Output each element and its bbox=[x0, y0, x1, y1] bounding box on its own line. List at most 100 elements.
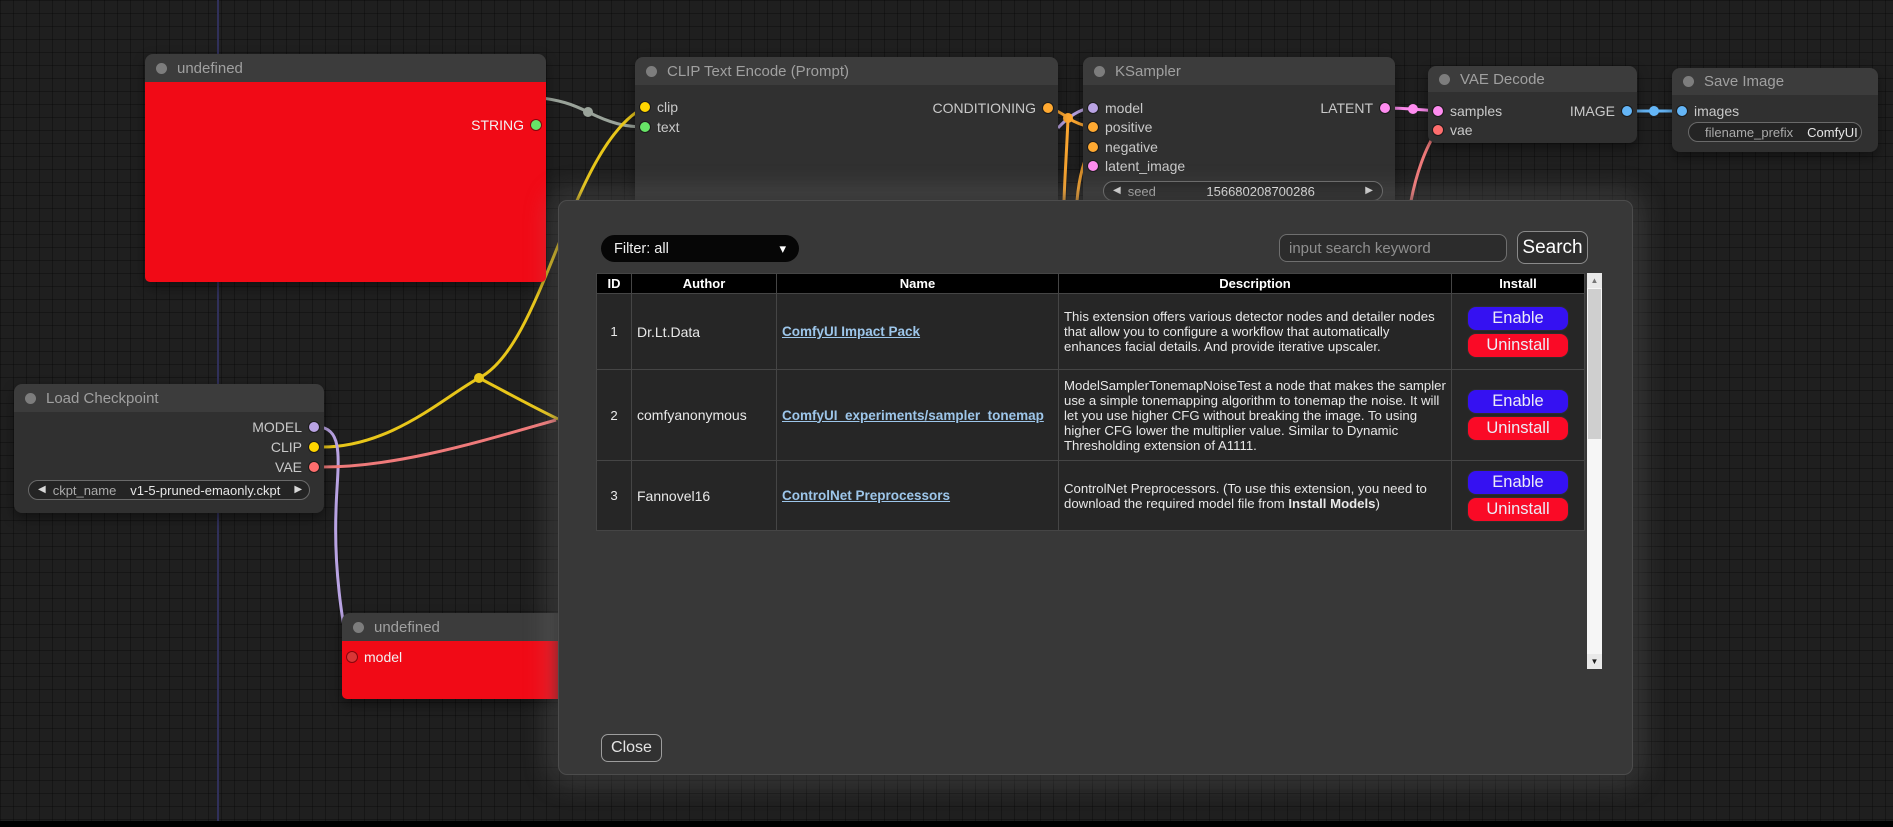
clip-port-dot[interactable] bbox=[309, 442, 319, 452]
input-clip-port[interactable]: clip bbox=[640, 98, 678, 116]
input-latent-image-port[interactable]: latent_image bbox=[1088, 157, 1185, 175]
conditioning-port-dot[interactable] bbox=[1043, 103, 1053, 113]
latent-port-dot[interactable] bbox=[1380, 103, 1390, 113]
reroute-dot-clip[interactable] bbox=[474, 373, 484, 383]
node-body: images filename_prefix ComfyUI bbox=[1672, 95, 1878, 152]
node-title: KSampler bbox=[1115, 63, 1181, 80]
widget-value[interactable]: ComfyUI bbox=[1807, 125, 1858, 140]
node-title-bar[interactable]: Load Checkpoint bbox=[14, 384, 324, 412]
close-button[interactable]: Close bbox=[601, 734, 662, 762]
output-clip-port[interactable]: CLIP bbox=[271, 438, 319, 456]
node-title-bar[interactable]: Save Image bbox=[1672, 68, 1878, 95]
decrement-arrow-icon[interactable]: ◀ bbox=[1113, 186, 1121, 196]
enable-button[interactable]: Enable bbox=[1467, 470, 1569, 495]
next-arrow-icon[interactable]: ▶ bbox=[294, 485, 302, 495]
node-title-bar[interactable]: undefined bbox=[145, 54, 546, 82]
clip-port-dot[interactable] bbox=[640, 102, 650, 112]
search-button[interactable]: Search bbox=[1517, 231, 1588, 264]
uninstall-button[interactable]: Uninstall bbox=[1467, 333, 1569, 358]
widget-value[interactable]: 156680208700286 bbox=[1206, 184, 1314, 199]
filename-prefix-widget[interactable]: filename_prefix ComfyUI bbox=[1688, 122, 1862, 142]
filter-select[interactable]: Filter: all ▾ bbox=[601, 235, 799, 262]
input-images-port[interactable]: images bbox=[1677, 102, 1739, 120]
input-vae-port[interactable]: vae bbox=[1433, 121, 1473, 139]
output-label: LATENT bbox=[1320, 100, 1373, 116]
node-title-bar[interactable]: undefined bbox=[342, 613, 564, 641]
collapse-dot-icon[interactable] bbox=[353, 622, 364, 633]
header-description: Description bbox=[1059, 274, 1452, 294]
extension-link[interactable]: ControlNet Preprocessors bbox=[782, 488, 950, 503]
reroute-dot-image[interactable] bbox=[1649, 106, 1659, 116]
collapse-dot-icon[interactable] bbox=[1683, 76, 1694, 87]
node-title-bar[interactable]: VAE Decode bbox=[1428, 66, 1637, 92]
string-port-dot[interactable] bbox=[531, 120, 541, 130]
vae-port-dot[interactable] bbox=[1433, 125, 1443, 135]
input-model-port[interactable]: model bbox=[347, 648, 402, 666]
model-port-dot[interactable] bbox=[309, 422, 319, 432]
output-conditioning-port[interactable]: CONDITIONING bbox=[933, 99, 1053, 117]
collapse-dot-icon[interactable] bbox=[156, 63, 167, 74]
input-negative-port[interactable]: negative bbox=[1088, 138, 1158, 156]
filter-selected-value: Filter: all bbox=[614, 241, 669, 257]
node-vae-decode[interactable]: VAE Decode samples vae IMAGE bbox=[1428, 66, 1637, 143]
input-text-port[interactable]: text bbox=[640, 118, 680, 136]
reroute-dot-string[interactable] bbox=[583, 107, 593, 117]
scroll-up-icon[interactable]: ▲ bbox=[1587, 273, 1602, 288]
node-load-checkpoint[interactable]: Load Checkpoint MODEL CLIP VAE ◀ ckpt_na… bbox=[14, 384, 324, 513]
input-label: clip bbox=[657, 99, 678, 115]
output-string-port[interactable]: STRING bbox=[471, 116, 541, 134]
node-undefined-top[interactable]: undefined STRING bbox=[145, 54, 546, 282]
output-label: MODEL bbox=[252, 419, 302, 435]
reroute-dot-conditioning[interactable] bbox=[1063, 113, 1073, 123]
node-undefined-bottom[interactable]: undefined model bbox=[342, 613, 564, 699]
node-body: MODEL CLIP VAE ◀ ckpt_name v1-5-pruned-e… bbox=[14, 412, 324, 513]
output-latent-port[interactable]: LATENT bbox=[1320, 99, 1390, 117]
output-model-port[interactable]: MODEL bbox=[252, 418, 319, 436]
widget-value[interactable]: v1-5-pruned-emaonly.ckpt bbox=[130, 483, 280, 498]
output-label: IMAGE bbox=[1570, 103, 1615, 119]
comfyui-canvas[interactable]: undefined STRING CLIP Text Encode (Promp… bbox=[0, 0, 1893, 827]
enable-button[interactable]: Enable bbox=[1467, 306, 1569, 331]
scrollbar-thumb[interactable] bbox=[1588, 289, 1601, 439]
node-save-image[interactable]: Save Image images filename_prefix ComfyU… bbox=[1672, 68, 1878, 152]
input-samples-port[interactable]: samples bbox=[1433, 102, 1502, 120]
model-port-dot[interactable] bbox=[347, 652, 357, 662]
output-image-port[interactable]: IMAGE bbox=[1570, 102, 1632, 120]
input-model-port[interactable]: model bbox=[1088, 99, 1143, 117]
uninstall-button[interactable]: Uninstall bbox=[1467, 416, 1569, 441]
images-port-dot[interactable] bbox=[1677, 106, 1687, 116]
search-input[interactable] bbox=[1279, 234, 1507, 262]
collapse-dot-icon[interactable] bbox=[25, 393, 36, 404]
node-title-bar[interactable]: CLIP Text Encode (Prompt) bbox=[635, 57, 1058, 85]
collapse-dot-icon[interactable] bbox=[1439, 74, 1450, 85]
node-title-bar[interactable]: KSampler bbox=[1083, 57, 1395, 85]
samples-port-dot[interactable] bbox=[1433, 106, 1443, 116]
extension-link[interactable]: ComfyUI_experiments/sampler_tonemap bbox=[782, 408, 1044, 423]
output-vae-port[interactable]: VAE bbox=[275, 458, 319, 476]
collapse-dot-icon[interactable] bbox=[646, 66, 657, 77]
latent-image-port-dot[interactable] bbox=[1088, 161, 1098, 171]
negative-port-dot[interactable] bbox=[1088, 142, 1098, 152]
collapse-dot-icon[interactable] bbox=[1094, 66, 1105, 77]
extension-link[interactable]: ComfyUI Impact Pack bbox=[782, 324, 920, 339]
node-ksampler[interactable]: KSampler model positive negative latent_… bbox=[1083, 57, 1395, 210]
scrollbar[interactable]: ▲ ▼ bbox=[1587, 273, 1602, 669]
seed-widget[interactable]: ◀ seed 156680208700286 ▶ bbox=[1103, 181, 1383, 201]
input-positive-port[interactable]: positive bbox=[1088, 118, 1152, 136]
enable-button[interactable]: Enable bbox=[1467, 389, 1569, 414]
prev-arrow-icon[interactable]: ◀ bbox=[38, 485, 46, 495]
link-clip-branch bbox=[479, 378, 558, 419]
increment-arrow-icon[interactable]: ▶ bbox=[1365, 186, 1373, 196]
positive-port-dot[interactable] bbox=[1088, 122, 1098, 132]
uninstall-button[interactable]: Uninstall bbox=[1467, 497, 1569, 522]
node-clip-text-encode[interactable]: CLIP Text Encode (Prompt) clip text COND… bbox=[635, 57, 1058, 200]
scroll-down-icon[interactable]: ▼ bbox=[1587, 654, 1602, 669]
image-port-dot[interactable] bbox=[1622, 106, 1632, 116]
link-conditioning-down bbox=[1064, 118, 1068, 201]
model-port-dot[interactable] bbox=[1088, 103, 1098, 113]
text-port-dot[interactable] bbox=[640, 122, 650, 132]
ckpt-name-widget[interactable]: ◀ ckpt_name v1-5-pruned-emaonly.ckpt ▶ bbox=[28, 480, 310, 500]
reroute-dot-latent[interactable] bbox=[1408, 104, 1418, 114]
vae-port-dot[interactable] bbox=[309, 462, 319, 472]
cell-id: 2 bbox=[597, 370, 632, 461]
